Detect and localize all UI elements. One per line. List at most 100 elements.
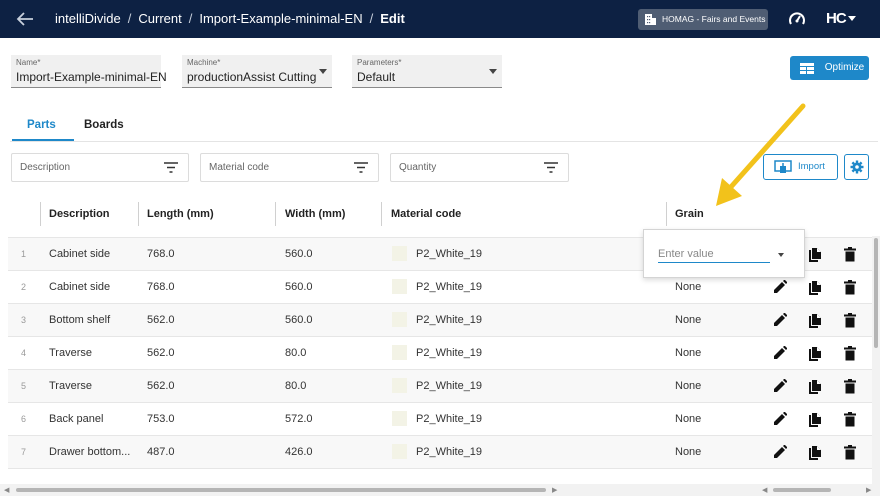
cell-grain[interactable]: None	[675, 413, 701, 425]
edit-pencil-icon[interactable]	[773, 412, 787, 426]
optimize-button[interactable]: Optimize	[790, 56, 869, 80]
column-header-description[interactable]: Description	[49, 208, 110, 220]
breadcrumb-edit: Edit	[380, 11, 405, 26]
cell-width[interactable]: 80.0	[285, 380, 306, 392]
column-header-width[interactable]: Width (mm)	[285, 208, 345, 220]
cell-width[interactable]: 80.0	[285, 347, 306, 359]
cell-description[interactable]: Traverse	[49, 380, 92, 392]
cell-grain[interactable]: None	[675, 446, 701, 458]
delete-icon[interactable]	[844, 379, 856, 394]
column-header-material-code[interactable]: Material code	[391, 208, 461, 220]
table-row[interactable]: 3 Bottom shelf 562.0 560.0 P2_White_19 N…	[8, 303, 878, 336]
scroll-left-icon[interactable]: ◀	[762, 486, 767, 494]
dashboard-gauge-icon[interactable]	[788, 11, 806, 27]
cell-length[interactable]: 487.0	[147, 446, 175, 458]
copy-icon[interactable]	[808, 379, 822, 395]
table-row[interactable]	[8, 468, 878, 484]
organization-selector[interactable]: HOMAG - Fairs and Events	[638, 9, 768, 30]
filter-icon[interactable]	[354, 162, 368, 173]
edit-pencil-icon[interactable]	[773, 313, 787, 327]
table-row[interactable]: 6 Back panel 753.0 572.0 P2_White_19 Non…	[8, 402, 878, 435]
cell-length[interactable]: 768.0	[147, 281, 175, 293]
delete-icon[interactable]	[844, 313, 856, 328]
cell-width[interactable]: 560.0	[285, 281, 313, 293]
cell-length[interactable]: 753.0	[147, 413, 175, 425]
cell-description[interactable]: Traverse	[49, 347, 92, 359]
cell-material-code[interactable]: P2_White_19	[416, 446, 482, 458]
cell-description[interactable]: Cabinet side	[49, 248, 110, 260]
column-header-length[interactable]: Length (mm)	[147, 208, 214, 220]
edit-pencil-icon[interactable]	[773, 445, 787, 459]
parameters-select[interactable]: Parameters* Default	[352, 55, 502, 88]
cell-grain[interactable]: None	[675, 347, 701, 359]
copy-icon[interactable]	[808, 247, 822, 263]
copy-icon[interactable]	[808, 445, 822, 461]
machine-select[interactable]: Machine* productionAssist Cutting	[182, 55, 332, 88]
cell-description[interactable]: Back panel	[49, 413, 103, 425]
copy-icon[interactable]	[808, 412, 822, 428]
delete-icon[interactable]	[844, 280, 856, 295]
delete-icon[interactable]	[844, 412, 856, 427]
grain-value-input[interactable]	[658, 245, 770, 263]
table-row[interactable]: 5 Traverse 562.0 80.0 P2_White_19 None	[8, 369, 878, 402]
breadcrumb-app[interactable]: intelliDivide	[55, 11, 121, 26]
name-field-value[interactable]: Import-Example-minimal-EN	[16, 70, 167, 84]
name-field[interactable]: Name* Import-Example-minimal-EN	[11, 55, 167, 88]
copy-icon[interactable]	[808, 313, 822, 329]
table-row[interactable]: 7 Drawer bottom... 487.0 426.0 P2_White_…	[8, 435, 878, 468]
cell-grain[interactable]: None	[675, 314, 701, 326]
cell-grain[interactable]: None	[675, 281, 701, 293]
material-code-filter[interactable]: Material code	[200, 153, 379, 182]
quantity-filter[interactable]: Quantity	[390, 153, 569, 182]
cell-material-code[interactable]: P2_White_19	[416, 281, 482, 293]
filter-icon[interactable]	[544, 162, 558, 173]
cell-width[interactable]: 572.0	[285, 413, 313, 425]
cell-description[interactable]: Bottom shelf	[49, 314, 110, 326]
edit-pencil-icon[interactable]	[773, 280, 787, 294]
scroll-thumb[interactable]	[874, 238, 878, 348]
horizontal-scrollbar[interactable]: ◀ ▶ ◀ ▶	[0, 484, 880, 496]
edit-pencil-icon[interactable]	[773, 346, 787, 360]
cell-length[interactable]: 768.0	[147, 248, 175, 260]
cell-description[interactable]: Drawer bottom...	[49, 446, 130, 458]
breadcrumb-current[interactable]: Current	[138, 11, 181, 26]
account-menu-caret-icon[interactable]	[848, 16, 856, 21]
cell-length[interactable]: 562.0	[147, 347, 175, 359]
edit-pencil-icon[interactable]	[773, 379, 787, 393]
cell-width[interactable]: 560.0	[285, 314, 313, 326]
cell-width[interactable]: 426.0	[285, 446, 313, 458]
scroll-right-icon[interactable]: ▶	[552, 486, 557, 494]
delete-icon[interactable]	[844, 247, 856, 262]
cell-length[interactable]: 562.0	[147, 380, 175, 392]
column-header-grain[interactable]: Grain	[675, 208, 704, 220]
cell-material-code[interactable]: P2_White_19	[416, 314, 482, 326]
scroll-thumb[interactable]	[773, 488, 831, 492]
cell-description[interactable]: Cabinet side	[49, 281, 110, 293]
scroll-right-icon[interactable]: ▶	[866, 486, 871, 494]
copy-icon[interactable]	[808, 346, 822, 362]
cell-width[interactable]: 560.0	[285, 248, 313, 260]
delete-icon[interactable]	[844, 346, 856, 361]
vertical-scrollbar[interactable]	[872, 236, 880, 484]
chevron-down-icon[interactable]	[778, 253, 784, 257]
scroll-thumb[interactable]	[16, 488, 546, 492]
copy-icon[interactable]	[808, 280, 822, 296]
breadcrumb-project[interactable]: Import-Example-minimal-EN	[199, 11, 362, 26]
table-icon	[800, 63, 814, 74]
cell-material-code[interactable]: P2_White_19	[416, 248, 482, 260]
scroll-left-icon[interactable]: ◀	[4, 486, 9, 494]
cell-material-code[interactable]: P2_White_19	[416, 347, 482, 359]
tab-boards[interactable]: Boards	[84, 119, 124, 131]
description-filter[interactable]: Description	[11, 153, 189, 182]
back-arrow-icon[interactable]	[14, 9, 36, 29]
cell-material-code[interactable]: P2_White_19	[416, 380, 482, 392]
tab-parts[interactable]: Parts	[27, 119, 56, 131]
filter-icon[interactable]	[164, 162, 178, 173]
table-row[interactable]: 4 Traverse 562.0 80.0 P2_White_19 None	[8, 336, 878, 369]
delete-icon[interactable]	[844, 445, 856, 460]
cell-material-code[interactable]: P2_White_19	[416, 413, 482, 425]
cell-length[interactable]: 562.0	[147, 314, 175, 326]
table-settings-button[interactable]	[844, 154, 869, 180]
cell-grain[interactable]: None	[675, 380, 701, 392]
account-logo[interactable]: HC	[826, 10, 847, 27]
